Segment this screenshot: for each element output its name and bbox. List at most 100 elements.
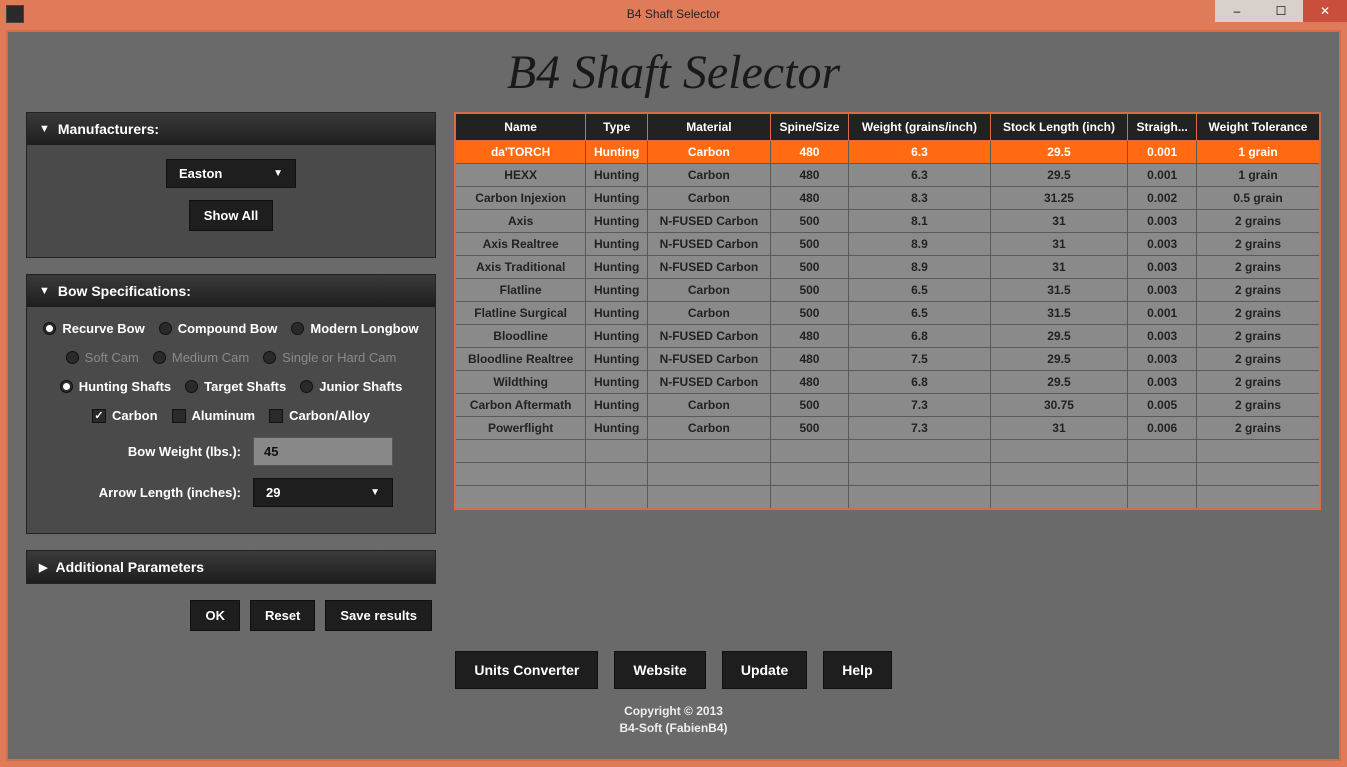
minimize-button[interactable]: – — [1215, 0, 1259, 22]
table-cell: 6.8 — [849, 371, 990, 394]
table-cell: Hunting — [586, 210, 648, 233]
table-cell: 480 — [770, 348, 849, 371]
table-cell: Hunting — [586, 394, 648, 417]
table-cell: 6.3 — [849, 164, 990, 187]
table-row[interactable]: Axis RealtreeHuntingN-FUSED Carbon5008.9… — [455, 233, 1320, 256]
help-button[interactable]: Help — [823, 651, 891, 689]
table-row[interactable] — [455, 486, 1320, 510]
table-row[interactable]: Axis TraditionalHuntingN-FUSED Carbon500… — [455, 256, 1320, 279]
table-header[interactable]: Stock Length (inch) — [990, 113, 1128, 141]
additional-title: Additional Parameters — [55, 559, 204, 575]
material-option[interactable]: Aluminum — [172, 408, 256, 423]
save-results-button[interactable]: Save results — [325, 600, 432, 631]
website-button[interactable]: Website — [614, 651, 705, 689]
arrow-length-select[interactable]: 29▼ — [253, 478, 393, 507]
table-cell: 1 grain — [1197, 164, 1320, 187]
table-cell: 480 — [770, 187, 849, 210]
update-button[interactable]: Update — [722, 651, 807, 689]
radio-icon — [43, 322, 56, 335]
table-cell: 6.5 — [849, 302, 990, 325]
table-row[interactable]: Flatline SurgicalHuntingCarbon5006.531.5… — [455, 302, 1320, 325]
table-row[interactable]: PowerflightHuntingCarbon5007.3310.0062 g… — [455, 417, 1320, 440]
table-cell: 29.5 — [990, 141, 1128, 164]
table-cell: 500 — [770, 256, 849, 279]
table-row[interactable]: Carbon AftermathHuntingCarbon5007.330.75… — [455, 394, 1320, 417]
close-button[interactable]: ✕ — [1303, 0, 1347, 22]
table-header[interactable]: Material — [648, 113, 771, 141]
table-cell: Bloodline — [455, 325, 586, 348]
table-cell: 6.5 — [849, 279, 990, 302]
additional-panel: ▶ Additional Parameters — [26, 550, 436, 584]
table-header[interactable]: Name — [455, 113, 586, 141]
table-cell: Carbon Injexion — [455, 187, 586, 210]
table-header[interactable]: Weight (grains/inch) — [849, 113, 990, 141]
radio-icon — [66, 351, 79, 364]
radio-icon — [263, 351, 276, 364]
table-cell: 0.005 — [1128, 394, 1197, 417]
table-row[interactable] — [455, 440, 1320, 463]
bow-type-option[interactable]: Modern Longbow — [291, 321, 418, 336]
maximize-button[interactable]: ☐ — [1259, 0, 1303, 22]
cam-type-option: Medium Cam — [153, 350, 249, 365]
units-converter-button[interactable]: Units Converter — [455, 651, 598, 689]
reset-button[interactable]: Reset — [250, 600, 315, 631]
table-cell: 31.5 — [990, 302, 1128, 325]
show-all-button[interactable]: Show All — [189, 200, 273, 231]
table-row[interactable] — [455, 463, 1320, 486]
manufacturers-panel: ▼ Manufacturers: Easton ▼ Show All — [26, 112, 436, 258]
bow-type-option[interactable]: Recurve Bow — [43, 321, 144, 336]
bow-type-option[interactable]: Compound Bow — [159, 321, 278, 336]
table-cell: 29.5 — [990, 164, 1128, 187]
manufacturers-header[interactable]: ▼ Manufacturers: — [27, 113, 435, 145]
checkbox-icon — [172, 409, 186, 423]
table-row[interactable]: FlatlineHuntingCarbon5006.531.50.0032 gr… — [455, 279, 1320, 302]
table-row[interactable]: Carbon InjexionHuntingCarbon4808.331.250… — [455, 187, 1320, 210]
table-cell: 29.5 — [990, 325, 1128, 348]
table-cell — [990, 486, 1128, 510]
app-title: B4 Shaft Selector — [8, 32, 1339, 112]
table-cell — [586, 440, 648, 463]
shaft-type-option[interactable]: Hunting Shafts — [60, 379, 171, 394]
table-cell: 29.5 — [990, 371, 1128, 394]
table-cell: 480 — [770, 371, 849, 394]
bow-spec-panel: ▼ Bow Specifications: Recurve Bow Compoun… — [26, 274, 436, 534]
table-row[interactable]: BloodlineHuntingN-FUSED Carbon4806.829.5… — [455, 325, 1320, 348]
shaft-type-option[interactable]: Target Shafts — [185, 379, 286, 394]
table-row[interactable]: WildthingHuntingN-FUSED Carbon4806.829.5… — [455, 371, 1320, 394]
ok-button[interactable]: OK — [190, 600, 240, 631]
table-row[interactable]: AxisHuntingN-FUSED Carbon5008.1310.0032 … — [455, 210, 1320, 233]
table-row[interactable]: HEXXHuntingCarbon4806.329.50.0011 grain — [455, 164, 1320, 187]
table-cell: 0.003 — [1128, 256, 1197, 279]
table-cell: N-FUSED Carbon — [648, 325, 771, 348]
window-title: B4 Shaft Selector — [627, 7, 720, 21]
table-row[interactable]: Bloodline RealtreeHuntingN-FUSED Carbon4… — [455, 348, 1320, 371]
table-cell: 2 grains — [1197, 325, 1320, 348]
material-label: Carbon/Alloy — [289, 408, 370, 423]
additional-header[interactable]: ▶ Additional Parameters — [27, 551, 435, 583]
material-option[interactable]: Carbon/Alloy — [269, 408, 370, 423]
copyright-line1: Copyright © 2013 — [8, 703, 1339, 720]
table-header[interactable]: Straigh... — [1128, 113, 1197, 141]
table-cell: Hunting — [586, 302, 648, 325]
table-cell: 8.1 — [849, 210, 990, 233]
shaft-type-option[interactable]: Junior Shafts — [300, 379, 402, 394]
table-header[interactable]: Weight Tolerance — [1197, 113, 1320, 141]
copyright-line2: B4-Soft (FabienB4) — [8, 720, 1339, 737]
bow-spec-title: Bow Specifications: — [58, 283, 191, 299]
bow-spec-header[interactable]: ▼ Bow Specifications: — [27, 275, 435, 307]
table-header[interactable]: Spine/Size — [770, 113, 849, 141]
table-cell — [648, 440, 771, 463]
table-cell: Axis — [455, 210, 586, 233]
manufacturer-select[interactable]: Easton ▼ — [166, 159, 296, 188]
table-cell: 2 grains — [1197, 210, 1320, 233]
table-cell: Carbon — [648, 417, 771, 440]
table-cell: Carbon — [648, 279, 771, 302]
bow-weight-input[interactable]: 45 — [253, 437, 393, 466]
table-row[interactable]: da'TORCHHuntingCarbon4806.329.50.0011 gr… — [455, 141, 1320, 164]
table-cell — [1197, 440, 1320, 463]
table-header[interactable]: Type — [586, 113, 648, 141]
chevron-down-icon: ▼ — [370, 487, 380, 498]
material-option[interactable]: Carbon — [92, 408, 158, 423]
table-cell: Hunting — [586, 164, 648, 187]
table-cell: Carbon — [648, 187, 771, 210]
